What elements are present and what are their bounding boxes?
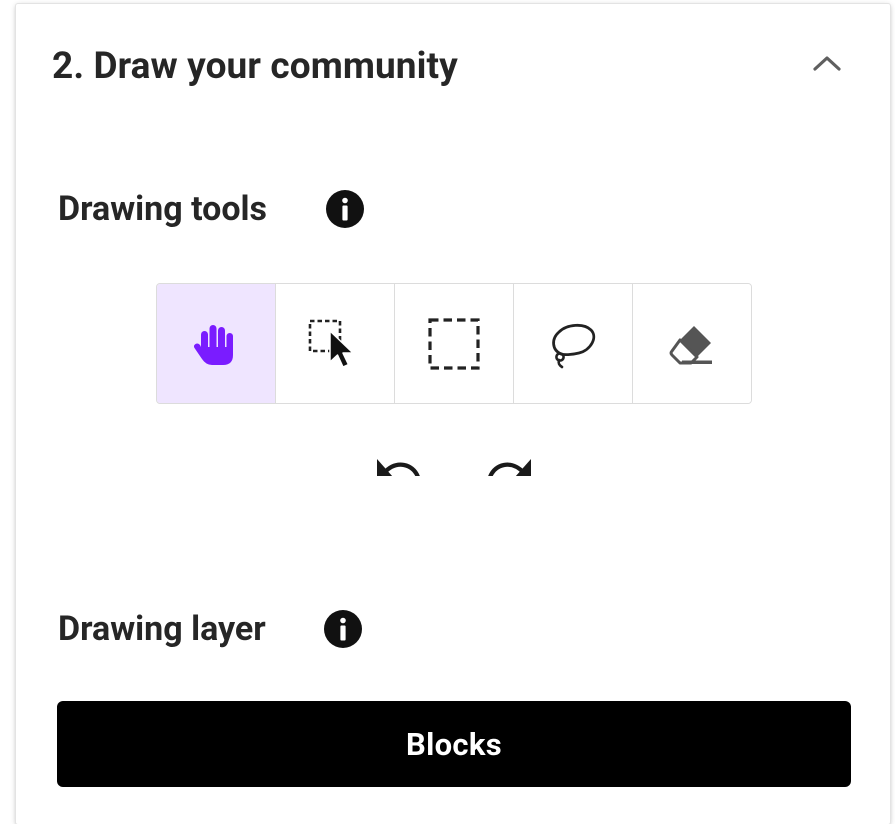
history-controls	[372, 450, 536, 476]
info-icon[interactable]	[323, 609, 363, 649]
erase-tool-button[interactable]	[633, 284, 751, 403]
drawing-tools-heading: Drawing tools	[58, 189, 267, 229]
pan-tool-button[interactable]	[157, 284, 276, 403]
section-title: 2. Draw your community	[52, 45, 458, 88]
chevron-up-icon	[813, 56, 841, 71]
draw-community-panel: 2. Draw your community Drawing tools Dra…	[16, 4, 890, 824]
hand-icon	[193, 324, 233, 365]
info-icon[interactable]	[325, 189, 365, 229]
drawing-toolbar	[156, 283, 752, 404]
eraser-icon	[669, 325, 712, 364]
drawing-layer-heading: Drawing layer	[58, 609, 266, 649]
select-tool-button[interactable]	[276, 284, 395, 403]
undo-icon	[377, 459, 420, 476]
redo-button[interactable]	[484, 450, 536, 476]
dashed-rectangle-icon	[428, 317, 480, 370]
box-select-cursor-icon	[308, 319, 354, 368]
rectangle-select-tool-button[interactable]	[395, 284, 514, 403]
drawing-layer-button[interactable]: Blocks	[57, 701, 851, 787]
undo-button[interactable]	[372, 450, 424, 476]
redo-icon	[488, 459, 531, 476]
collapse-section-button[interactable]	[806, 42, 848, 84]
lasso-icon	[552, 323, 596, 368]
lasso-select-tool-button[interactable]	[514, 284, 633, 403]
